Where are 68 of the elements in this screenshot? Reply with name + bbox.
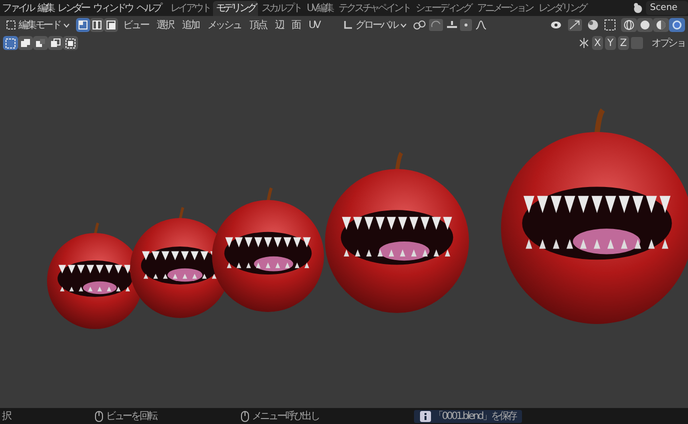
overlay-icon (587, 19, 599, 31)
link-icon (412, 20, 427, 30)
axes-icon (343, 20, 354, 30)
select-tool-button[interactable] (63, 36, 78, 50)
axis-button[interactable]: Y (605, 36, 616, 50)
menu-item[interactable]: 面 (288, 18, 304, 32)
menu-item[interactable]: 頂点 (246, 18, 270, 32)
square-icon (35, 38, 46, 48)
square-icon (20, 38, 31, 48)
caret-icon (63, 22, 70, 28)
workspace-tab[interactable]: シェーディング (412, 1, 474, 16)
workspace-tab[interactable]: モデリング (212, 1, 258, 16)
xray-icon (604, 19, 616, 31)
shading-mode-button[interactable] (637, 18, 653, 32)
workspace-tab[interactable]: アニメーション (474, 1, 536, 16)
axis-button[interactable]: X (592, 36, 603, 50)
select-tool-button[interactable] (33, 36, 48, 50)
shading-mode-button[interactable] (621, 18, 637, 32)
square-icon (5, 38, 16, 48)
options-menu[interactable]: オプショ (648, 36, 685, 50)
sphere-icon (655, 19, 667, 31)
shading-mode-button[interactable] (669, 18, 685, 32)
eye-icon (549, 20, 563, 30)
status-text: ビューを回転 (106, 410, 156, 422)
select-tool-button[interactable] (48, 36, 63, 50)
square-icon (106, 20, 116, 30)
square-icon (50, 38, 61, 48)
status-text: 択 (2, 410, 10, 422)
sphere-icon (623, 19, 635, 31)
menu-item[interactable]: ウィンドウ (91, 2, 135, 14)
mode-dropdown[interactable]: 編集モード (3, 18, 74, 32)
square-icon (65, 38, 76, 48)
falloff-curve-icon (474, 20, 487, 30)
select-mode-button[interactable] (90, 18, 104, 32)
menu-item[interactable]: メッシュ (204, 18, 244, 32)
menu-item[interactable]: 辺 (272, 18, 286, 32)
shading-mode-button[interactable] (653, 18, 669, 32)
scene-icon (632, 2, 644, 14)
sphere-icon (639, 19, 651, 31)
menu-item[interactable]: 選択 (154, 18, 177, 32)
workspace-tab[interactable]: レンダリング (535, 1, 589, 16)
menu-item[interactable]: UV (306, 18, 323, 32)
workspace-tab[interactable]: レイアウト (167, 1, 213, 16)
select-mode-button[interactable] (76, 18, 90, 32)
status-text: メニュー呼び出し (252, 410, 320, 422)
square-icon (78, 20, 88, 30)
select-tool-button[interactable] (3, 36, 18, 50)
select-tool-button[interactable] (18, 36, 33, 50)
menu-item[interactable]: ヘルプ (134, 2, 162, 14)
mouse-icon (241, 410, 250, 422)
scene-field[interactable]: Scene (646, 1, 688, 15)
menu-item[interactable]: ビュー (120, 18, 152, 32)
select-mode-button[interactable] (104, 18, 118, 32)
mouse-icon (95, 410, 104, 422)
menu-item[interactable]: 追加 (179, 18, 202, 32)
square-icon (92, 20, 102, 30)
axis-button[interactable]: Z (618, 36, 629, 50)
menu-item[interactable]: 編集 (36, 2, 56, 14)
status-text: 「0001.blend」を保存 (434, 410, 516, 422)
sphere-icon (671, 19, 683, 31)
mesh-mode-icon (6, 20, 16, 30)
workspace-tab[interactable]: スカルプト (258, 1, 304, 16)
orientation-dropdown[interactable]: グローバル (340, 18, 410, 32)
workspace-tab[interactable]: UV編集 (304, 1, 336, 16)
menu-item[interactable]: ファイル (0, 2, 36, 14)
workspace-tab[interactable]: テクスチャペイント (336, 1, 413, 16)
caret-icon (400, 22, 408, 28)
menu-item[interactable]: レンダー (55, 2, 92, 14)
